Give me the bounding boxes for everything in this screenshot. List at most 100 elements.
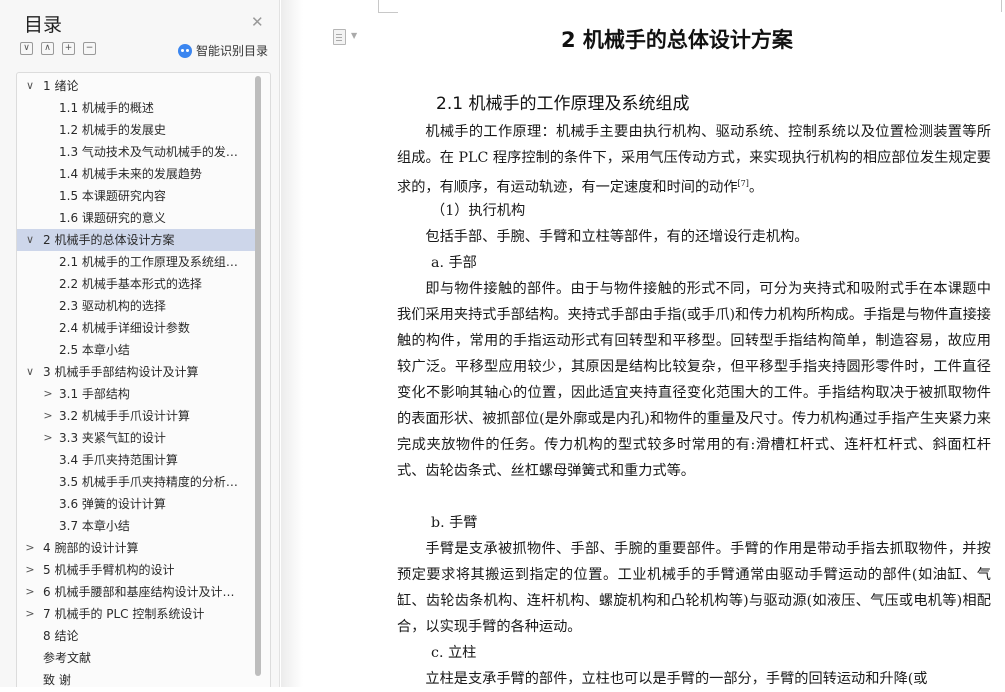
toc-item-label: 3.2 机械手手爪设计计算: [59, 409, 190, 423]
toc-item[interactable]: ∨ 3 机械手手部结构设计及计算: [17, 361, 255, 383]
page-icon[interactable]: [333, 29, 346, 45]
paragraph: 手臂是支承被抓物件、手部、手腕的重要部件。手臂的作用是带动手指去抓取物件，并按预…: [397, 541, 991, 635]
subheading: （1）执行机构: [431, 203, 526, 219]
toc-item[interactable]: >6 机械手腰部和基座结构设计及计…: [17, 581, 255, 603]
toc-item[interactable]: 3.5 机械手手爪夹持精度的分析…: [17, 471, 255, 493]
toc-item-label: 4 腕部的设计计算: [43, 541, 139, 555]
chevron-right-icon[interactable]: >: [41, 405, 55, 427]
margin-mark: [378, 12, 398, 13]
toc-item-label: 2.1 机械手的工作原理及系统组…: [59, 255, 238, 269]
paragraph-text: 机械手的工作原理：机械手主要由执行机构、驱动系统、控制系统以及位置检测装置等所组…: [397, 124, 991, 196]
toc-item-label: 1.5 本课题研究内容: [59, 189, 166, 203]
toc-item[interactable]: >7 机械手的 PLC 控制系统设计: [17, 603, 255, 625]
toc-item[interactable]: 2.1 机械手的工作原理及系统组…: [17, 251, 255, 273]
subheading: c. 立柱: [431, 645, 477, 661]
toc-item-label: 2.3 驱动机构的选择: [59, 299, 166, 313]
chevron-right-icon[interactable]: >: [23, 559, 37, 581]
toc-list: ∨ 1 绪论 1.1 机械手的概述 1.2 机械手的发展史 1.3 气动技术及气动机械手…: [16, 72, 271, 687]
toc-panel: 目录 ✕ ∨ ∧ + − 智能识别目录 ∨ 1 绪论 1.1 机械手的概述 1.2 机…: [0, 0, 280, 687]
toc-item-label: 2.4 机械手详细设计参数: [59, 321, 190, 335]
toc-item[interactable]: 3.7 本章小结: [17, 515, 255, 537]
toc-item[interactable]: 3.6 弹簧的设计计算: [17, 493, 255, 515]
toc-item[interactable]: >3.3 夹紧气缸的设计: [17, 427, 255, 449]
margin-mark: [378, 0, 379, 12]
toc-item-label: 1.6 课题研究的意义: [59, 211, 166, 225]
toc-item-label: 8 结论: [43, 629, 79, 643]
toc-item[interactable]: >3.2 机械手手爪设计计算: [17, 405, 255, 427]
toc-item[interactable]: >3.1 手部结构: [17, 383, 255, 405]
toc-item[interactable]: 1.4 机械手未来的发展趋势: [17, 163, 255, 185]
toc-item[interactable]: >4 腕部的设计计算: [17, 537, 255, 559]
toc-item-label: 3.4 手爪夹持范围计算: [59, 453, 178, 467]
robot-icon: [178, 43, 192, 58]
expand-all-icon[interactable]: ∨: [20, 42, 33, 55]
subheading: b. 手臂: [431, 515, 478, 531]
chevron-right-icon[interactable]: >: [23, 603, 37, 625]
remove-heading-icon[interactable]: −: [83, 42, 96, 55]
chevron-right-icon[interactable]: >: [41, 383, 55, 405]
toc-title: 目录: [24, 14, 63, 36]
toc-item[interactable]: 2.3 驱动机构的选择: [17, 295, 255, 317]
toc-item-label: 1 绪论: [43, 79, 79, 93]
margin-mark: [1001, 0, 1002, 12]
toc-item-label: 2.2 机械手基本形式的选择: [59, 277, 202, 291]
citation: [7]: [737, 179, 749, 188]
toc-item-label: 5 机械手手臂机构的设计: [43, 563, 175, 577]
section-heading: 2.1 机械手的工作原理及系统组成: [436, 94, 690, 114]
chevron-right-icon[interactable]: >: [23, 581, 37, 603]
toc-item-label: 1.3 气动技术及气动机械手的发…: [59, 145, 238, 159]
toc-item[interactable]: 8 结论: [17, 625, 255, 647]
toc-item[interactable]: 2.4 机械手详细设计参数: [17, 317, 255, 339]
toc-item[interactable]: ∨ 2 机械手的总体设计方案: [17, 229, 255, 251]
chevron-right-icon[interactable]: >: [41, 427, 55, 449]
toc-item[interactable]: 2.5 本章小结: [17, 339, 255, 361]
subheading: a. 手部: [431, 255, 477, 271]
add-heading-icon[interactable]: +: [62, 42, 75, 55]
chapter-heading: 2 机械手的总体设计方案: [561, 28, 793, 52]
toc-item-label: 3.7 本章小结: [59, 519, 130, 533]
paragraph-end: 。: [748, 179, 764, 196]
toc-scrollbar[interactable]: [255, 76, 261, 676]
paragraph: 即与物件接触的部件。由于与物件接触的形式不同，可分为夹持式和吸附式手在本课题中我…: [397, 281, 991, 479]
toc-toolbar: ∨ ∧ + −: [20, 42, 96, 58]
chevron-down-icon[interactable]: ▼: [351, 31, 357, 40]
chevron-down-icon[interactable]: ∨: [23, 229, 37, 251]
toc-item-label: 1.4 机械手未来的发展趋势: [59, 167, 202, 181]
smart-toc-label: 智能识别目录: [196, 44, 269, 58]
toc-item-label: 3.1 手部结构: [59, 387, 130, 401]
smart-toc-button[interactable]: 智能识别目录: [178, 42, 268, 59]
toc-item-label: 致 谢: [43, 673, 71, 687]
toc-item-label: 2 机械手的总体设计方案: [43, 233, 175, 247]
toc-item-label: 6 机械手腰部和基座结构设计及计…: [43, 585, 235, 599]
toc-item-label: 3.6 弹簧的设计计算: [59, 497, 166, 511]
chevron-down-icon[interactable]: ∨: [23, 75, 37, 97]
toc-item-label: 3.5 机械手手爪夹持精度的分析…: [59, 475, 238, 489]
toc-item-label: 2.5 本章小结: [59, 343, 130, 357]
document-view: ▼ 2 机械手的总体设计方案 2.1 机械手的工作原理及系统组成 机械手的工作原…: [281, 0, 1005, 687]
toc-item-label: 参考文献: [43, 651, 92, 665]
toc-item-label: 7 机械手的 PLC 控制系统设计: [43, 607, 205, 621]
page-shadow: [281, 0, 303, 687]
toc-item[interactable]: ∨ 1 绪论: [17, 75, 255, 97]
chevron-down-icon[interactable]: ∨: [23, 361, 37, 383]
toc-item[interactable]: 2.2 机械手基本形式的选择: [17, 273, 255, 295]
toc-item-label: 3.3 夹紧气缸的设计: [59, 431, 166, 445]
toc-item[interactable]: 3.4 手爪夹持范围计算: [17, 449, 255, 471]
paragraph: 机械手的工作原理：机械手主要由执行机构、驱动系统、控制系统以及位置检测装置等所组…: [397, 119, 991, 201]
toc-item[interactable]: 致 谢: [17, 669, 255, 687]
toc-item[interactable]: 1.3 气动技术及气动机械手的发…: [17, 141, 255, 163]
collapse-all-icon[interactable]: ∧: [41, 42, 54, 55]
toc-item[interactable]: 1.2 机械手的发展史: [17, 119, 255, 141]
toc-item-label: 1.2 机械手的发展史: [59, 123, 166, 137]
chevron-right-icon[interactable]: >: [23, 537, 37, 559]
toc-item[interactable]: 1.5 本课题研究内容: [17, 185, 255, 207]
toc-item[interactable]: 参考文献: [17, 647, 255, 669]
paragraph: 包括手部、手腕、手臂和立柱等部件，有的还增设行走机构。: [425, 229, 809, 245]
toc-item-label: 1.1 机械手的概述: [59, 101, 154, 115]
toc-item[interactable]: 1.6 课题研究的意义: [17, 207, 255, 229]
close-icon[interactable]: ✕: [251, 13, 264, 31]
toc-item-label: 3 机械手手部结构设计及计算: [43, 365, 199, 379]
toc-item[interactable]: >5 机械手手臂机构的设计: [17, 559, 255, 581]
paragraph: 立柱是支承手臂的部件，立柱也可以是手臂的一部分，手臂的回转运动和升降(或: [425, 671, 928, 687]
toc-item[interactable]: 1.1 机械手的概述: [17, 97, 255, 119]
